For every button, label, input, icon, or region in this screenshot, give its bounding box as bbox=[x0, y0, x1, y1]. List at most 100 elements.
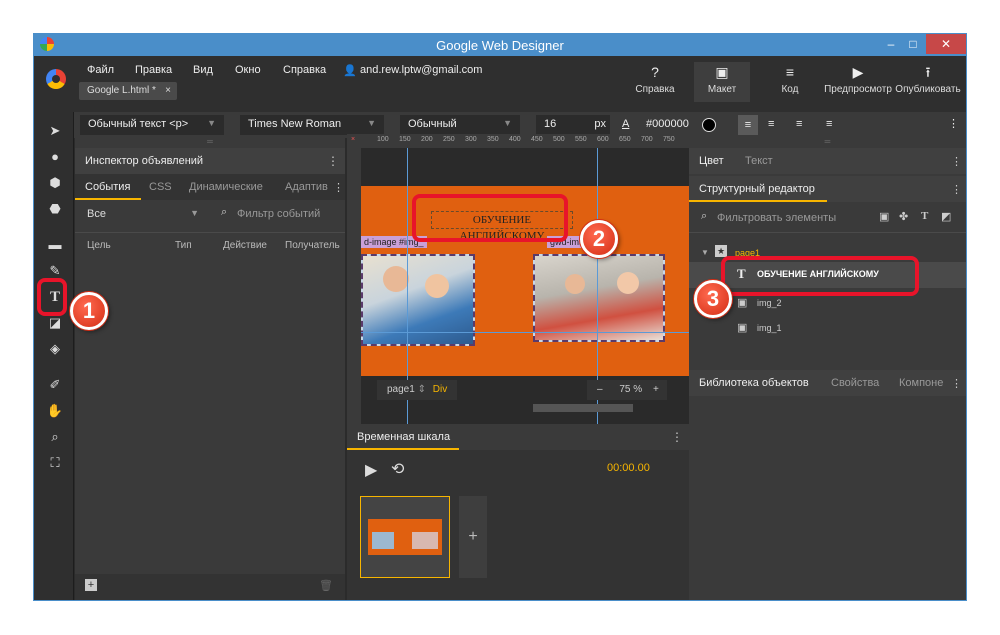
ruler-origin-icon: × bbox=[351, 136, 356, 143]
text-color-value[interactable]: #000000 bbox=[646, 118, 689, 130]
preview-button[interactable]: ▶ Предпросмотр bbox=[823, 64, 893, 95]
drag-handle-icon[interactable]: ═ bbox=[689, 138, 966, 146]
layout-button[interactable]: ▣ Макет bbox=[694, 62, 750, 102]
photo-placeholder bbox=[535, 256, 663, 340]
menu-view[interactable]: Вид bbox=[193, 64, 213, 76]
ruler-mark: 450 bbox=[531, 136, 543, 143]
divider bbox=[75, 232, 345, 233]
zoom-out-icon[interactable]: – bbox=[597, 384, 603, 395]
font-select[interactable]: Times New Roman ▼ bbox=[240, 115, 384, 135]
menu-window[interactable]: Окно bbox=[235, 64, 261, 76]
3d-rotate-tool-icon[interactable]: ● bbox=[46, 148, 64, 166]
tab-color[interactable]: Цвет bbox=[699, 155, 724, 167]
align-right-icon[interactable]: ≡ bbox=[796, 118, 802, 130]
tab-asset-library[interactable]: Библиотека объектов bbox=[699, 377, 809, 389]
more-options-icon[interactable]: ⋮ bbox=[951, 183, 962, 196]
chevron-down-icon: ▼ bbox=[207, 118, 216, 128]
user-email[interactable]: and.rew.lptw@gmail.com bbox=[360, 64, 482, 76]
chevron-down-icon[interactable]: ▼ bbox=[701, 248, 709, 257]
help-button[interactable]: ? Справка bbox=[627, 64, 683, 95]
callout-badge-2: 2 bbox=[580, 220, 618, 258]
zoom-value: 75 bbox=[619, 384, 631, 395]
active-tab-indicator bbox=[347, 448, 459, 450]
image-filter-icon[interactable]: ▣ bbox=[879, 210, 889, 223]
highlight-tree-item bbox=[721, 256, 919, 296]
align-justify-icon[interactable]: ≡ bbox=[826, 118, 832, 130]
3d-object-tool-icon[interactable]: ⬣ bbox=[46, 200, 64, 218]
tab-text[interactable]: Текст bbox=[745, 155, 773, 167]
chevron-down-icon: ▼ bbox=[190, 208, 199, 218]
text-style-select[interactable]: Обычный текст <p> ▼ bbox=[80, 115, 224, 135]
group-filter-icon[interactable]: ◩ bbox=[941, 210, 951, 223]
tree-item-img2[interactable]: img_2 bbox=[757, 298, 782, 308]
tab-properties[interactable]: Свойства bbox=[831, 377, 879, 389]
horizontal-ruler: × 100 150 200 250 300 350 400 450 500 55… bbox=[347, 134, 689, 148]
tab-structure-editor[interactable]: Структурный редактор bbox=[699, 183, 815, 195]
tab-adaptive[interactable]: Адаптив bbox=[285, 181, 328, 193]
guide-line[interactable] bbox=[361, 332, 689, 333]
more-options-icon[interactable]: ⋮ bbox=[948, 117, 959, 130]
element-filter-input[interactable]: Фильтровать элементы bbox=[717, 212, 836, 224]
thumbnail-image bbox=[372, 532, 394, 549]
select-tool-icon[interactable]: ➤ bbox=[46, 122, 64, 140]
menu-help[interactable]: Справка bbox=[283, 64, 326, 76]
zoom-in-icon[interactable]: + bbox=[653, 384, 659, 395]
classroom-image-2[interactable] bbox=[533, 254, 665, 342]
play-icon[interactable]: ▶ bbox=[365, 460, 377, 480]
trash-icon[interactable]: 🗑 bbox=[319, 579, 333, 592]
tab-dynamic[interactable]: Динамические bbox=[189, 181, 263, 193]
close-icon[interactable]: ✕ bbox=[926, 34, 966, 54]
hand-tool-icon[interactable]: ✋ bbox=[46, 402, 64, 420]
more-options-icon[interactable]: ⋮ bbox=[671, 430, 683, 444]
code-button[interactable]: ≡ Код bbox=[762, 64, 818, 95]
zoom-control[interactable]: – 75 % + bbox=[587, 380, 667, 400]
event-filter-input[interactable]: Фильтр событий bbox=[237, 208, 320, 220]
3d-translate-tool-icon[interactable]: ⬢ bbox=[46, 174, 64, 192]
tab-close-icon[interactable]: × bbox=[165, 85, 171, 96]
event-filter-select[interactable]: Все ▼ bbox=[87, 208, 199, 220]
stroke-tool-icon[interactable]: ✐ bbox=[46, 376, 64, 394]
tag-tool-icon[interactable]: ▬ bbox=[46, 236, 64, 254]
tab-components[interactable]: Компоне bbox=[899, 377, 943, 389]
more-options-icon[interactable]: ⋮ bbox=[951, 377, 962, 390]
align-center-icon[interactable]: ≡ bbox=[768, 118, 774, 130]
horizontal-scrollbar[interactable] bbox=[533, 404, 633, 412]
tree-item-img1[interactable]: img_1 bbox=[757, 323, 782, 333]
shape-tool-icon[interactable]: ◪ bbox=[46, 314, 64, 332]
add-page-button[interactable]: + bbox=[459, 496, 487, 578]
more-options-icon[interactable]: ⋮ bbox=[327, 154, 339, 168]
inspector-footer: + 🗑 bbox=[75, 574, 345, 600]
ruler-mark: 500 bbox=[553, 136, 565, 143]
add-event-icon[interactable]: + bbox=[85, 579, 97, 591]
design-canvas[interactable]: × 100 150 200 250 300 350 400 450 500 55… bbox=[347, 134, 689, 424]
page-thumbnail[interactable] bbox=[360, 496, 450, 578]
fit-screen-icon[interactable]: ⛶ bbox=[46, 454, 64, 472]
callout-badge-3: 3 bbox=[694, 280, 732, 318]
loop-icon[interactable]: ⟲ bbox=[391, 459, 404, 479]
menu-edit[interactable]: Правка bbox=[135, 64, 172, 76]
align-left-icon[interactable]: ≡ bbox=[738, 115, 758, 135]
fill-tool-icon[interactable]: ◈ bbox=[46, 340, 64, 358]
maximize-icon[interactable]: □ bbox=[902, 34, 924, 54]
component-filter-icon[interactable]: ✤ bbox=[899, 210, 908, 223]
text-filter-icon[interactable]: T bbox=[921, 210, 928, 222]
more-options-icon[interactable]: ⋮ bbox=[333, 181, 344, 194]
text-color-icon[interactable]: A bbox=[622, 118, 629, 130]
drag-handle-icon[interactable]: ═ bbox=[75, 138, 345, 146]
minimize-icon[interactable]: – bbox=[880, 34, 902, 54]
tab-events[interactable]: События bbox=[85, 181, 130, 193]
title-bar: Google Web Designer – □ ✕ bbox=[34, 34, 966, 56]
menu-file[interactable]: Файл bbox=[87, 64, 114, 76]
page-selector[interactable]: page1 ⇕ Div bbox=[377, 380, 457, 400]
document-tab[interactable]: Google L.html * × bbox=[79, 82, 177, 100]
zoom-tool-icon[interactable]: ⌕ bbox=[46, 428, 64, 446]
tab-css[interactable]: CSS bbox=[149, 181, 172, 193]
right-panel: ═ Цвет Текст ⋮ Структурный редактор ⋮ ⌕ … bbox=[689, 138, 966, 600]
active-tab-indicator bbox=[689, 200, 827, 202]
color-swatch[interactable] bbox=[702, 118, 716, 132]
publish-button[interactable]: ⭱ Опубликовать bbox=[895, 64, 961, 95]
menu-bar: Файл Правка Вид Окно Справка 👤 and.rew.l… bbox=[34, 56, 966, 112]
font-size-input[interactable]: 16 px bbox=[536, 115, 610, 135]
more-options-icon[interactable]: ⋮ bbox=[951, 155, 962, 168]
font-weight-select[interactable]: Обычный ▼ bbox=[400, 115, 520, 135]
